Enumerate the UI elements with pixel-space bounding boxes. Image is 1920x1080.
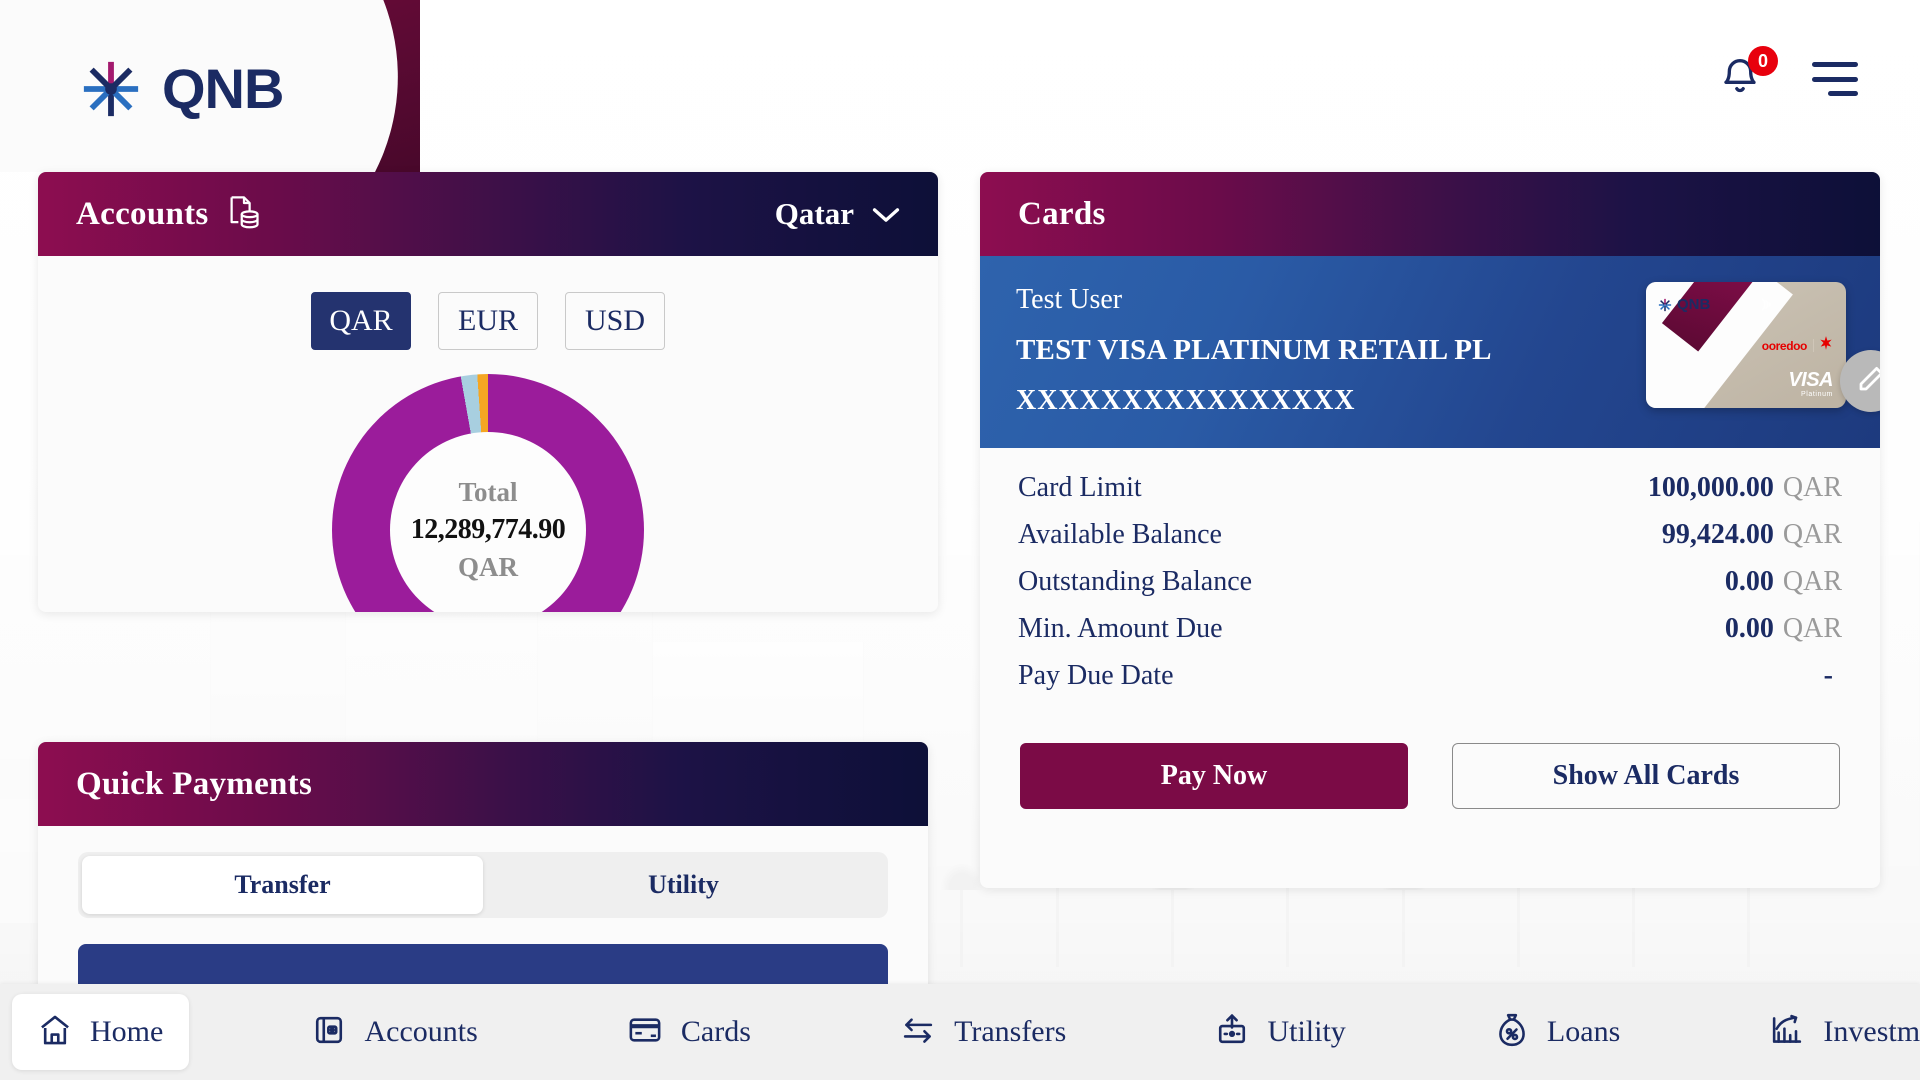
- pay-now-button[interactable]: Pay Now: [1020, 743, 1408, 809]
- card-hero[interactable]: Test User TEST VISA PLATINUM RETAIL PL X…: [980, 256, 1880, 448]
- cobrand-text: ooredoo: [1762, 339, 1807, 353]
- network-tier-text: Platinum: [1788, 391, 1833, 398]
- card-details-list: Card Limit 100,000.00 QAR Available Balan…: [980, 448, 1880, 707]
- coins-document-icon: [227, 194, 261, 235]
- transfer-arrows-icon: [900, 1014, 936, 1051]
- accounts-panel-header: Accounts Qatar: [38, 172, 938, 256]
- home-icon: [38, 1013, 72, 1052]
- currency-toggle-group: QAR EUR USD: [38, 292, 938, 350]
- card-art-cobrand: ooredoo: [1762, 336, 1832, 355]
- cards-panel: Cards Test User TEST VISA PLATINUM RETAI…: [980, 172, 1880, 888]
- detail-label: Pay Due Date: [1018, 660, 1174, 692]
- donut-total-label: Total: [458, 477, 517, 508]
- nav-label-utility: Utility: [1267, 1015, 1345, 1049]
- card-action-buttons: Pay Now Show All Cards: [980, 707, 1880, 809]
- detail-value: 99,424.00: [1662, 519, 1774, 550]
- chevron-down-icon: [872, 196, 900, 232]
- qnb-logo-text: QNB: [162, 61, 283, 117]
- detail-value: -: [1824, 660, 1833, 691]
- detail-value: 0.00: [1725, 613, 1774, 644]
- accounts-donut-chart[interactable]: Total 12,289,774.90 QAR: [332, 374, 644, 612]
- contactless-icon: [1758, 296, 1775, 318]
- donut-total-currency: QAR: [458, 552, 518, 583]
- notifications-button[interactable]: 0: [1720, 56, 1760, 102]
- edit-pencil-icon: [1856, 364, 1880, 399]
- detail-currency: QAR: [1783, 613, 1842, 644]
- table-row: Outstanding Balance 0.00 QAR: [1018, 566, 1842, 613]
- card-art-qnb-logo: QNB: [1658, 296, 1710, 313]
- currency-button-usd[interactable]: USD: [565, 292, 665, 350]
- quick-payments-panel: Quick Payments Transfer Utility: [38, 742, 928, 1002]
- detail-label: Outstanding Balance: [1018, 566, 1252, 598]
- app-header: QNB 0: [0, 0, 1920, 170]
- bell-icon: [1720, 87, 1760, 104]
- nav-label-cards: Cards: [681, 1015, 751, 1049]
- notification-count-badge: 0: [1748, 46, 1778, 76]
- nav-item-investments[interactable]: Investm: [1743, 994, 1920, 1070]
- nav-label-transfers: Transfers: [954, 1015, 1066, 1049]
- ooredoo-star-icon: [1820, 336, 1832, 355]
- accounts-panel: Accounts Qatar QAR EUR: [38, 172, 938, 612]
- card-artwork: QNB ooredoo VISA: [1646, 282, 1846, 408]
- money-bag-percent-icon: [1495, 1012, 1529, 1053]
- table-row: Available Balance 99,424.00 QAR: [1018, 519, 1842, 566]
- detail-label: Card Limit: [1018, 472, 1142, 504]
- tab-utility[interactable]: Utility: [483, 856, 884, 914]
- nav-item-transfers[interactable]: Transfers: [874, 994, 1092, 1070]
- nav-item-accounts[interactable]: Accounts: [286, 994, 503, 1070]
- nav-label-loans: Loans: [1547, 1015, 1620, 1049]
- tab-transfer[interactable]: Transfer: [82, 856, 483, 914]
- bottom-navigation: Home Accounts Cards: [0, 984, 1920, 1080]
- accounts-title: Accounts: [76, 196, 209, 233]
- detail-currency: QAR: [1783, 566, 1842, 597]
- hamburger-menu-icon[interactable]: [1812, 62, 1858, 96]
- nav-label-home: Home: [90, 1015, 163, 1049]
- card-art-network: VISA Platinum: [1788, 370, 1833, 398]
- detail-label: Available Balance: [1018, 519, 1222, 551]
- nav-item-home[interactable]: Home: [12, 994, 189, 1070]
- region-label: Qatar: [775, 196, 854, 232]
- table-row: Min. Amount Due 0.00 QAR: [1018, 613, 1842, 660]
- detail-value: 100,000.00: [1648, 472, 1774, 503]
- detail-currency: QAR: [1783, 519, 1842, 550]
- credit-card-icon: [627, 1014, 663, 1051]
- cards-panel-header: Cards: [980, 172, 1880, 256]
- investment-chart-icon: [1769, 1013, 1805, 1052]
- quick-payments-header: Quick Payments: [38, 742, 928, 826]
- donut-total-value: 12,289,774.90: [411, 514, 566, 546]
- table-row: Card Limit 100,000.00 QAR: [1018, 472, 1842, 519]
- quick-payments-tabs: Transfer Utility: [78, 852, 888, 918]
- quick-payments-title: Quick Payments: [76, 766, 312, 803]
- app-root: QNB 0 Accounts: [0, 0, 1920, 1080]
- network-text: VISA: [1788, 370, 1833, 390]
- nav-label-accounts: Accounts: [364, 1015, 477, 1049]
- utility-upload-icon: [1215, 1013, 1249, 1052]
- header-actions: 0: [1720, 56, 1858, 102]
- nav-label-investments: Investm: [1823, 1015, 1920, 1049]
- card-art-brand-text: QNB: [1677, 296, 1710, 313]
- nav-item-utility[interactable]: Utility: [1189, 994, 1371, 1070]
- wallet-icon: [312, 1013, 346, 1052]
- qnb-asterisk-logo-icon: [80, 58, 142, 120]
- currency-button-qar[interactable]: QAR: [311, 292, 411, 350]
- currency-button-eur[interactable]: EUR: [438, 292, 538, 350]
- cards-title: Cards: [1018, 196, 1106, 233]
- detail-label: Min. Amount Due: [1018, 613, 1223, 645]
- table-row: Pay Due Date -: [1018, 660, 1842, 707]
- nav-item-cards[interactable]: Cards: [601, 994, 777, 1070]
- show-all-cards-button[interactable]: Show All Cards: [1452, 743, 1840, 809]
- detail-value: 0.00: [1725, 566, 1774, 597]
- nav-item-loans[interactable]: Loans: [1469, 994, 1646, 1070]
- detail-currency: QAR: [1783, 472, 1842, 503]
- region-selector[interactable]: Qatar: [775, 196, 900, 232]
- qnb-logo[interactable]: QNB: [80, 58, 283, 120]
